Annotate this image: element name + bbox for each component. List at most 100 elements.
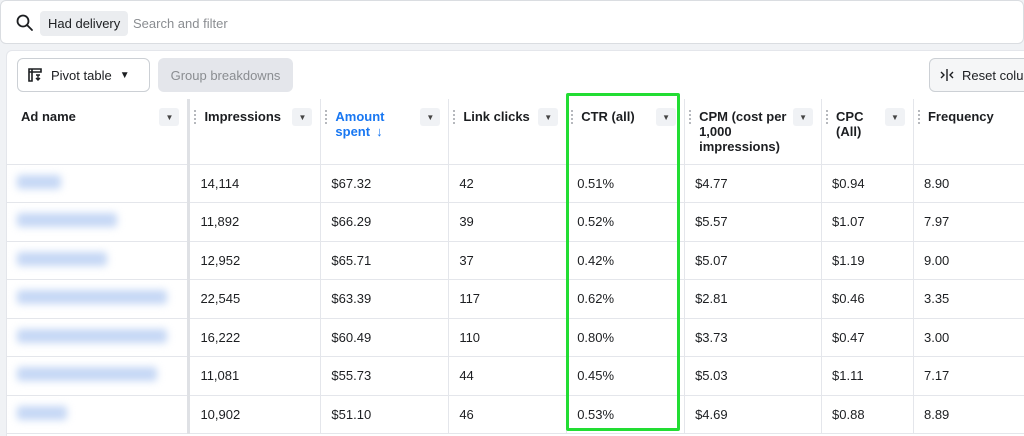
cell-frequency: 9.00 xyxy=(913,241,1024,280)
drag-handle-icon[interactable] xyxy=(688,109,693,125)
drag-handle-icon[interactable] xyxy=(916,109,921,125)
cell-amount: $66.29 xyxy=(320,202,450,242)
table-row[interactable]: 14,114 $67.32 42 0.51% $4.77 $0.94 8.90 xyxy=(7,164,1024,203)
table-row[interactable]: 16,222 $60.49 110 0.80% $3.73 $0.47 3.00 xyxy=(7,318,1024,357)
column-header-label: CPC (All) xyxy=(836,109,864,139)
cell-amount: $63.39 xyxy=(320,279,450,319)
column-header-frequency[interactable]: Frequency xyxy=(913,99,1024,165)
ads-table-wrap: Ad name ▼ Impressions ▼ Amount spent↓ ▼ xyxy=(7,99,1024,436)
column-menu-icon[interactable]: ▼ xyxy=(538,108,559,126)
column-menu-icon[interactable]: ▼ xyxy=(420,108,441,126)
cell-amount: $65.71 xyxy=(320,241,450,280)
blurred-ad-name[interactable] xyxy=(17,367,157,382)
column-header-label: Frequency xyxy=(927,109,994,124)
ad-name-cell[interactable] xyxy=(7,202,191,242)
reset-columns-button[interactable]: Reset colu xyxy=(929,58,1024,92)
cell-impressions: 10,902 xyxy=(188,395,322,434)
column-header-impressions[interactable]: Impressions ▼ xyxy=(188,99,322,165)
cell-impressions: 11,081 xyxy=(188,356,322,396)
cell-cpm: $5.03 xyxy=(684,356,823,396)
cell-cpm: $3.73 xyxy=(684,318,823,357)
cell-frequency: 3.35 xyxy=(913,279,1024,319)
cell-clicks: 110 xyxy=(448,318,568,357)
cell-cpm: $2.81 xyxy=(684,279,823,319)
cell-cpm: $5.57 xyxy=(684,202,823,242)
pivot-table-icon xyxy=(28,68,42,82)
filter-chip[interactable]: Had delivery xyxy=(40,11,129,36)
cell-amount: $51.10 xyxy=(320,395,450,434)
search-bar: Had delivery xyxy=(0,0,1024,44)
cell-amount: $60.49 xyxy=(320,318,450,357)
cell-clicks: 117 xyxy=(448,279,568,319)
drag-handle-icon[interactable] xyxy=(324,109,329,125)
blurred-ad-name[interactable] xyxy=(17,213,117,228)
column-menu-icon[interactable]: ▼ xyxy=(656,108,677,126)
column-menu-icon[interactable]: ▼ xyxy=(793,108,814,126)
column-header-cpc[interactable]: CPC (All) ▼ xyxy=(821,99,914,165)
table-body: 14,114 $67.32 42 0.51% $4.77 $0.94 8.90 11,892 $… xyxy=(7,164,1024,434)
cell-impressions: 12,952 xyxy=(188,241,322,280)
cell-cpc: $0.46 xyxy=(821,279,914,319)
reset-columns-label: Reset colu xyxy=(962,67,1024,83)
column-menu-icon[interactable]: ▼ xyxy=(159,108,180,126)
search-input[interactable] xyxy=(133,11,733,36)
column-header-ctr[interactable]: CTR (all) ▼ xyxy=(566,99,686,165)
cell-frequency: 8.90 xyxy=(913,164,1024,203)
blurred-ad-name[interactable] xyxy=(17,328,167,343)
cell-amount: $55.73 xyxy=(320,356,450,396)
ad-name-cell[interactable] xyxy=(7,395,191,434)
drag-handle-icon[interactable] xyxy=(570,109,575,125)
blurred-ad-name[interactable] xyxy=(17,174,61,189)
ad-name-cell[interactable] xyxy=(7,164,191,203)
ad-name-cell[interactable] xyxy=(7,356,191,396)
blurred-ad-name[interactable] xyxy=(17,290,167,305)
column-header-label: Link clicks xyxy=(463,109,530,124)
cell-ctr: 0.80% xyxy=(566,318,686,357)
search-icon[interactable] xyxy=(15,13,35,33)
pivot-table-label: Pivot table xyxy=(51,67,112,83)
column-header-amount-spent[interactable]: Amount spent ↓ ▼ xyxy=(320,99,450,165)
column-menu-icon[interactable]: ▼ xyxy=(884,108,905,126)
table-row[interactable]: 10,902 $51.10 46 0.53% $4.69 $0.88 8.89 xyxy=(7,395,1024,434)
cell-cpc: $0.94 xyxy=(821,164,914,203)
table-toolbar: Pivot table ▼ Group breakdowns Reset col… xyxy=(7,51,1024,99)
column-header-link-clicks[interactable]: Link clicks ▼ xyxy=(448,99,568,165)
cell-clicks: 46 xyxy=(448,395,568,434)
cell-frequency: 8.89 xyxy=(913,395,1024,434)
reset-columns-icon xyxy=(940,69,954,81)
column-header-label: Impressions xyxy=(204,109,282,124)
cell-cpc: $1.11 xyxy=(821,356,914,396)
ads-table: Ad name ▼ Impressions ▼ Amount spent↓ ▼ xyxy=(7,99,1024,434)
table-row[interactable]: 12,952 $65.71 37 0.42% $5.07 $1.19 9.00 xyxy=(7,241,1024,280)
table-row[interactable]: 11,892 $66.29 39 0.52% $5.57 $1.07 7.97 xyxy=(7,202,1024,242)
column-header-ad-name[interactable]: Ad name ▼ xyxy=(7,99,191,165)
drag-handle-icon[interactable] xyxy=(452,109,457,125)
column-header-label: CPM (cost per 1,000 impressions) xyxy=(699,109,787,154)
table-panel: Pivot table ▼ Group breakdowns Reset col… xyxy=(6,50,1024,436)
drag-handle-icon[interactable] xyxy=(825,109,830,125)
cell-frequency: 7.17 xyxy=(913,356,1024,396)
cell-cpc: $0.88 xyxy=(821,395,914,434)
cell-clicks: 37 xyxy=(448,241,568,280)
cell-frequency: 7.97 xyxy=(913,202,1024,242)
cell-frequency: 3.00 xyxy=(913,318,1024,357)
cell-impressions: 11,892 xyxy=(188,202,322,242)
blurred-ad-name[interactable] xyxy=(17,251,107,266)
ad-name-cell[interactable] xyxy=(7,318,191,357)
ad-name-cell[interactable] xyxy=(7,241,191,280)
cell-impressions: 16,222 xyxy=(188,318,322,357)
drag-handle-icon[interactable] xyxy=(193,109,198,125)
blurred-ad-name[interactable] xyxy=(17,405,67,420)
pivot-table-button[interactable]: Pivot table ▼ xyxy=(17,58,150,92)
table-row[interactable]: 11,081 $55.73 44 0.45% $5.03 $1.11 7.17 xyxy=(7,356,1024,396)
group-breakdowns-button[interactable]: Group breakdowns xyxy=(158,58,293,92)
ad-name-cell[interactable] xyxy=(7,279,191,319)
column-header-cpm[interactable]: CPM (cost per 1,000 impressions) ▼ xyxy=(684,99,823,165)
table-row[interactable]: 22,545 $63.39 117 0.62% $2.81 $0.46 3.35 xyxy=(7,279,1024,319)
table-header-row: Ad name ▼ Impressions ▼ Amount spent↓ ▼ xyxy=(7,99,1024,165)
cell-clicks: 42 xyxy=(448,164,568,203)
cell-cpc: $0.47 xyxy=(821,318,914,357)
cell-ctr: 0.51% xyxy=(566,164,686,203)
cell-impressions: 22,545 xyxy=(188,279,322,319)
column-menu-icon[interactable]: ▼ xyxy=(292,108,313,126)
